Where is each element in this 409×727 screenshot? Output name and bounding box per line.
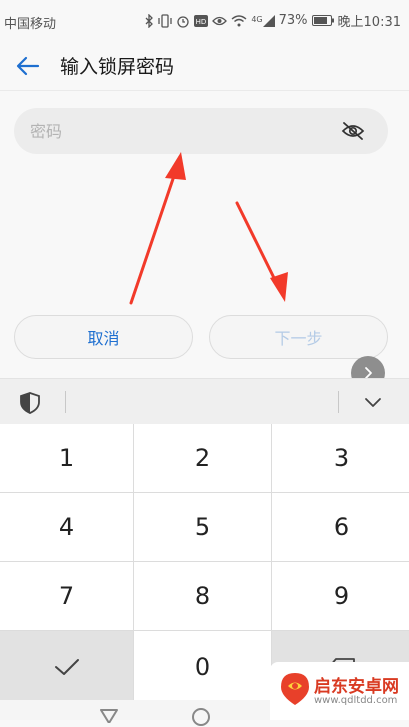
password-field[interactable] xyxy=(14,108,388,154)
app-header: 输入锁屏密码 xyxy=(0,44,409,88)
carrier-name: 中国移动 xyxy=(4,17,57,32)
key-4[interactable]: 4 xyxy=(0,493,133,561)
key-8[interactable]: 8 xyxy=(134,562,271,630)
eye-hidden-icon[interactable] xyxy=(340,119,366,143)
page-title: 输入锁屏密码 xyxy=(60,56,175,78)
battery-percent: 73% xyxy=(278,13,308,28)
toolbar-divider xyxy=(338,391,339,413)
network-type: 4G xyxy=(251,14,263,24)
key-7[interactable]: 7 xyxy=(0,562,133,630)
annotation-arrow-next xyxy=(235,201,288,302)
nav-home-icon[interactable] xyxy=(192,708,210,726)
bluetooth-icon xyxy=(145,13,154,28)
status-bar: 中国移动 HD 4G 73% 晚上10:31 xyxy=(0,0,409,44)
shield-icon[interactable] xyxy=(18,391,42,415)
confirm-key[interactable] xyxy=(0,631,133,703)
watermark: 启东安卓网 www.qdltdd.com xyxy=(270,662,409,720)
nav-back-icon[interactable] xyxy=(100,708,118,727)
toolbar-divider xyxy=(65,391,66,413)
cancel-button[interactable]: 取消 xyxy=(14,315,193,359)
password-input[interactable] xyxy=(30,108,330,154)
status-icons: HD 4G 73% 晚上10:31 xyxy=(145,11,401,30)
annotation-arrow-password xyxy=(129,152,186,305)
key-2[interactable]: 2 xyxy=(134,424,271,492)
wifi-icon xyxy=(231,14,247,27)
key-5[interactable]: 5 xyxy=(134,493,271,561)
hd-icon: HD xyxy=(194,14,209,27)
alarm-icon xyxy=(176,14,190,28)
battery-icon xyxy=(311,15,334,26)
svg-text:HD: HD xyxy=(196,18,207,26)
vibrate-icon xyxy=(158,13,172,28)
chevron-down-icon[interactable] xyxy=(360,392,386,412)
watermark-name: 启东安卓网 xyxy=(314,677,399,697)
clock: 晚上10:31 xyxy=(337,15,401,30)
back-arrow-icon[interactable] xyxy=(12,50,44,82)
eye-comfort-icon xyxy=(212,15,228,27)
numeric-keypad: 1 2 3 4 5 6 7 8 9 0 xyxy=(0,424,409,703)
next-step-button[interactable]: 下一步 xyxy=(209,315,388,359)
keyboard-toolbar xyxy=(0,378,409,425)
header-divider xyxy=(0,90,409,91)
signal-icon: 4G xyxy=(251,14,275,27)
key-6[interactable]: 6 xyxy=(272,493,409,561)
watermark-logo-icon xyxy=(280,672,310,710)
key-1[interactable]: 1 xyxy=(0,424,133,492)
key-0[interactable]: 0 xyxy=(134,631,271,703)
key-3[interactable]: 3 xyxy=(272,424,409,492)
key-9[interactable]: 9 xyxy=(272,562,409,630)
watermark-url: www.qdltdd.com xyxy=(314,695,398,706)
checkmark-icon xyxy=(54,659,79,675)
